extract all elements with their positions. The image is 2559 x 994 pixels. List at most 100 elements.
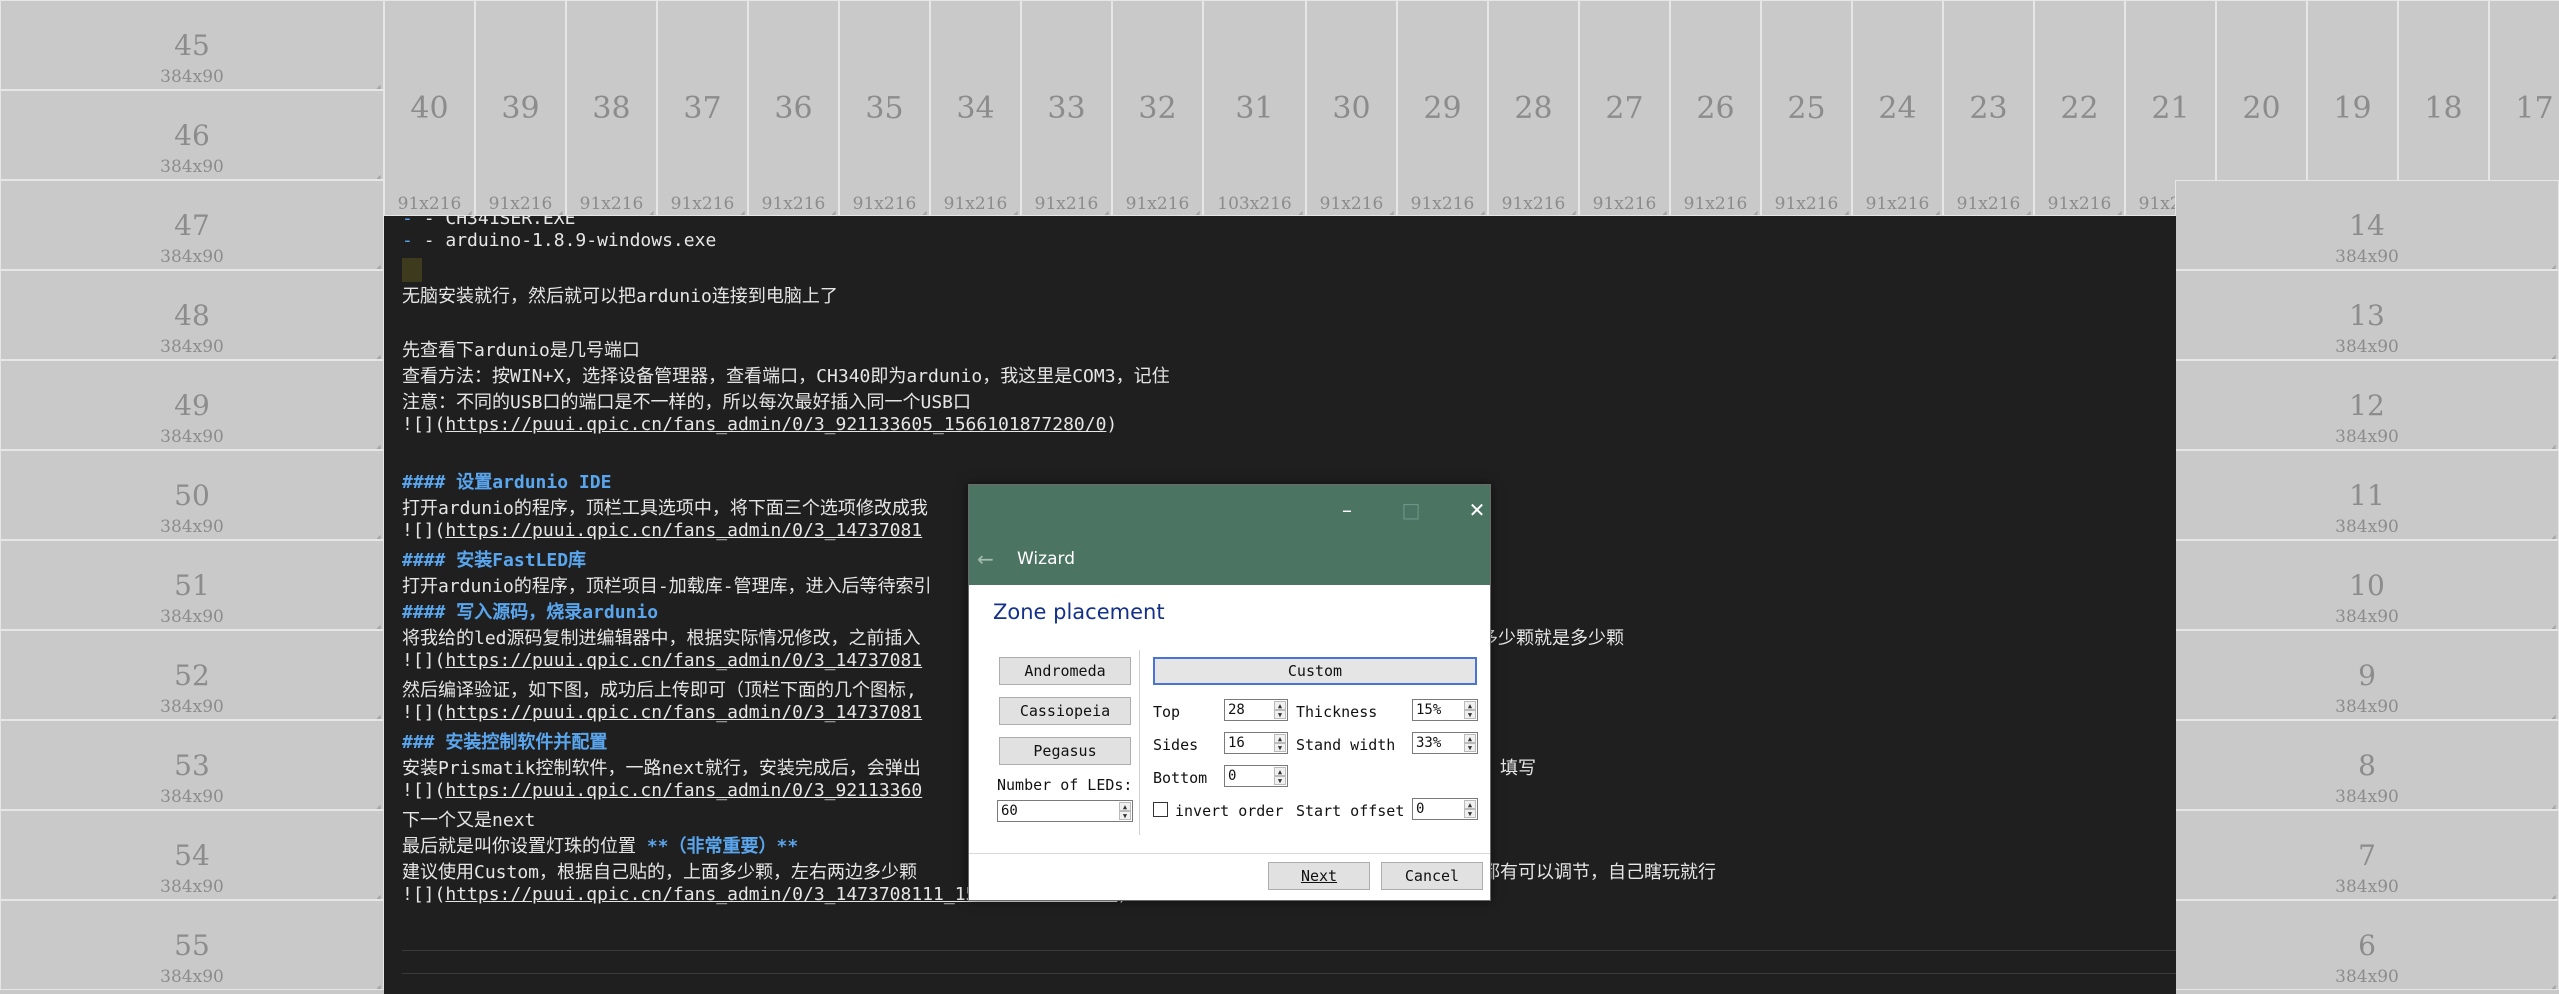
resize-grip-icon[interactable] xyxy=(1008,204,1018,214)
spin-arrows-icon[interactable]: ▲ ▼ xyxy=(1274,701,1286,719)
spin-arrows-icon[interactable]: ▲ ▼ xyxy=(1464,800,1476,818)
custom-button[interactable]: Custom xyxy=(1153,657,1477,685)
zone-34[interactable]: 34 91x216 xyxy=(930,0,1021,216)
top-spinbox[interactable]: 28 ▲ ▼ xyxy=(1224,699,1288,721)
num-leds-spinbox[interactable]: 60 ▲ ▼ xyxy=(997,800,1133,822)
resize-grip-icon[interactable] xyxy=(1839,204,1849,214)
resize-grip-icon[interactable] xyxy=(371,168,381,178)
invert-order-checkbox[interactable] xyxy=(1153,802,1168,817)
zone-46[interactable]: 46 384x90 xyxy=(0,90,384,180)
zone-40[interactable]: 40 91x216 xyxy=(384,0,475,216)
zone-14[interactable]: 14 384x90 xyxy=(2175,180,2559,270)
zone-55[interactable]: 55 384x90 xyxy=(0,900,384,990)
resize-grip-icon[interactable] xyxy=(2546,618,2556,628)
resize-grip-icon[interactable] xyxy=(1384,204,1394,214)
resize-grip-icon[interactable] xyxy=(553,204,563,214)
resize-grip-icon[interactable] xyxy=(2546,258,2556,268)
zone-12[interactable]: 12 384x90 xyxy=(2175,360,2559,450)
zone-30[interactable]: 30 91x216 xyxy=(1306,0,1397,216)
minimize-button[interactable]: – xyxy=(1327,495,1367,525)
zone-47[interactable]: 47 384x90 xyxy=(0,180,384,270)
resize-grip-icon[interactable] xyxy=(371,348,381,358)
resize-grip-icon[interactable] xyxy=(371,258,381,268)
close-button[interactable]: ✕ xyxy=(1457,495,1497,525)
zone-26[interactable]: 26 91x216 xyxy=(1670,0,1761,216)
zone-33[interactable]: 33 91x216 xyxy=(1021,0,1112,216)
zone-45[interactable]: 45 384x90 xyxy=(0,0,384,90)
resize-grip-icon[interactable] xyxy=(1748,204,1758,214)
resize-grip-icon[interactable] xyxy=(371,618,381,628)
zone-25[interactable]: 25 91x216 xyxy=(1761,0,1852,216)
zone-49[interactable]: 49 384x90 xyxy=(0,360,384,450)
resize-grip-icon[interactable] xyxy=(735,204,745,214)
resize-grip-icon[interactable] xyxy=(371,528,381,538)
zone-31[interactable]: 31 103x216 xyxy=(1203,0,1306,216)
bottom-spinbox[interactable]: 0 ▲ ▼ xyxy=(1224,765,1288,787)
zone-8[interactable]: 8 384x90 xyxy=(2175,720,2559,810)
stand-width-spinbox[interactable]: 33% ▲ ▼ xyxy=(1412,732,1478,754)
next-button[interactable]: Next xyxy=(1268,862,1370,890)
editor-link[interactable]: https://puui.qpic.cn/fans_admin/0/3_9211… xyxy=(445,780,922,801)
resize-grip-icon[interactable] xyxy=(2546,708,2556,718)
zone-23[interactable]: 23 91x216 xyxy=(1943,0,2034,216)
editor-link[interactable]: https://puui.qpic.cn/fans_admin/0/3_9211… xyxy=(445,414,1106,435)
zone-50[interactable]: 50 384x90 xyxy=(0,450,384,540)
zone-6[interactable]: 6 384x90 xyxy=(2175,900,2559,990)
resize-grip-icon[interactable] xyxy=(1099,204,1109,214)
preset-andromeda-button[interactable]: Andromeda xyxy=(999,657,1131,685)
resize-grip-icon[interactable] xyxy=(1190,204,1200,214)
spin-arrows-icon[interactable]: ▲ ▼ xyxy=(1274,734,1286,752)
editor-link[interactable]: https://puui.qpic.cn/fans_admin/0/3_1473… xyxy=(445,702,922,723)
cancel-button[interactable]: Cancel xyxy=(1381,862,1483,890)
resize-grip-icon[interactable] xyxy=(826,204,836,214)
zone-9[interactable]: 9 384x90 xyxy=(2175,630,2559,720)
zone-32[interactable]: 32 91x216 xyxy=(1112,0,1203,216)
resize-grip-icon[interactable] xyxy=(371,798,381,808)
resize-grip-icon[interactable] xyxy=(2112,204,2122,214)
resize-grip-icon[interactable] xyxy=(2546,798,2556,808)
zone-38[interactable]: 38 91x216 xyxy=(566,0,657,216)
zone-27[interactable]: 27 91x216 xyxy=(1579,0,1670,216)
resize-grip-icon[interactable] xyxy=(371,438,381,448)
zone-39[interactable]: 39 91x216 xyxy=(475,0,566,216)
zone-24[interactable]: 24 91x216 xyxy=(1852,0,1943,216)
zone-13[interactable]: 13 384x90 xyxy=(2175,270,2559,360)
resize-grip-icon[interactable] xyxy=(2021,204,2031,214)
zone-53[interactable]: 53 384x90 xyxy=(0,720,384,810)
resize-grip-icon[interactable] xyxy=(2546,888,2556,898)
resize-grip-icon[interactable] xyxy=(371,78,381,88)
resize-grip-icon[interactable] xyxy=(371,888,381,898)
resize-grip-icon[interactable] xyxy=(1657,204,1667,214)
spin-arrows-icon[interactable]: ▲ ▼ xyxy=(1464,734,1476,752)
editor-link[interactable]: https://puui.qpic.cn/fans_admin/0/3_1473… xyxy=(445,520,922,541)
resize-grip-icon[interactable] xyxy=(371,978,381,988)
preset-pegasus-button[interactable]: Pegasus xyxy=(999,737,1131,765)
thickness-spinbox[interactable]: 15% ▲ ▼ xyxy=(1412,699,1478,721)
resize-grip-icon[interactable] xyxy=(1566,204,1576,214)
zone-7[interactable]: 7 384x90 xyxy=(2175,810,2559,900)
zone-37[interactable]: 37 91x216 xyxy=(657,0,748,216)
back-arrow-icon[interactable]: ← xyxy=(977,547,994,571)
start-offset-spinbox[interactable]: 0 ▲ ▼ xyxy=(1412,798,1478,820)
resize-grip-icon[interactable] xyxy=(2546,438,2556,448)
resize-grip-icon[interactable] xyxy=(1293,204,1303,214)
zone-36[interactable]: 36 91x216 xyxy=(748,0,839,216)
resize-grip-icon[interactable] xyxy=(371,708,381,718)
zone-35[interactable]: 35 91x216 xyxy=(839,0,930,216)
spin-arrows-icon[interactable]: ▲ ▼ xyxy=(1274,767,1286,785)
resize-grip-icon[interactable] xyxy=(1475,204,1485,214)
preset-cassiopeia-button[interactable]: Cassiopeia xyxy=(999,697,1131,725)
zone-52[interactable]: 52 384x90 xyxy=(0,630,384,720)
resize-grip-icon[interactable] xyxy=(644,204,654,214)
zone-51[interactable]: 51 384x90 xyxy=(0,540,384,630)
zone-28[interactable]: 28 91x216 xyxy=(1488,0,1579,216)
wizard-titlebar[interactable]: – □ ✕ ← Wizard xyxy=(969,485,1490,585)
zone-54[interactable]: 54 384x90 xyxy=(0,810,384,900)
spin-arrows-icon[interactable]: ▲ ▼ xyxy=(1464,701,1476,719)
resize-grip-icon[interactable] xyxy=(462,204,472,214)
sides-spinbox[interactable]: 16 ▲ ▼ xyxy=(1224,732,1288,754)
resize-grip-icon[interactable] xyxy=(917,204,927,214)
zone-48[interactable]: 48 384x90 xyxy=(0,270,384,360)
editor-link[interactable]: https://puui.qpic.cn/fans_admin/0/3_1473… xyxy=(445,650,922,671)
zone-10[interactable]: 10 384x90 xyxy=(2175,540,2559,630)
